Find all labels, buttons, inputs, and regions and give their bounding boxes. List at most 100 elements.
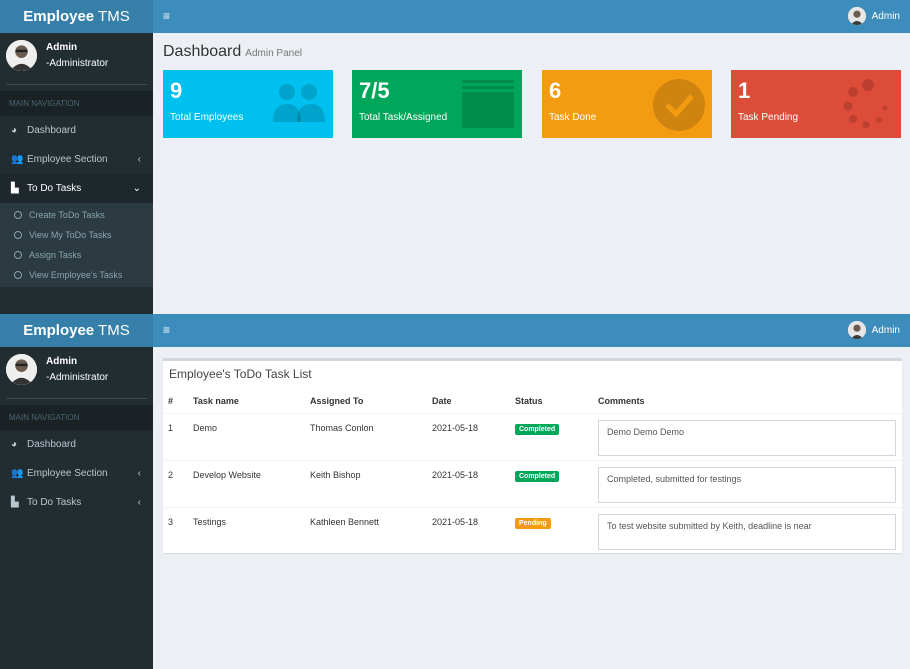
user-avatar-icon — [847, 7, 866, 25]
cell-assigned-to: Thomas Conlon — [305, 412, 427, 460]
cell-date: 2021-05-18 — [427, 412, 510, 460]
column-header: Task name — [188, 389, 305, 414]
status-badge: Completed — [515, 470, 560, 482]
column-header: Comments — [593, 389, 902, 414]
users-icon — [273, 84, 325, 122]
sidebar: Admin -Administrator MAIN NAVIGATION ◕ D… — [0, 347, 153, 669]
table-row: 1 Demo Thomas Conlon 2021-05-18 Complete… — [163, 412, 902, 460]
circle-icon — [14, 271, 22, 279]
stat-box-total-employees[interactable]: 9 Total Employees — [163, 70, 333, 138]
cell-task-name: Develop Website — [188, 459, 305, 507]
column-header: Assigned To — [305, 389, 427, 414]
column-header: # — [163, 389, 188, 414]
stat-value: 6 — [549, 78, 562, 103]
spinner-icon — [843, 79, 888, 129]
stat-label: Total Employees — [170, 112, 244, 123]
task-table: # Task name Assigned To Date Status Comm… — [163, 389, 902, 554]
stat-box-task-pending[interactable]: 1 Task Pending — [731, 70, 901, 138]
cell-assigned-to: Kathleen Bennett — [305, 506, 427, 554]
circle-icon — [14, 211, 22, 219]
chevron-left-icon: ‹ — [137, 468, 141, 479]
user-avatar-icon — [847, 321, 866, 339]
sidebar-item-employee-section[interactable]: 👥 Employee Section ‹ — [0, 459, 153, 488]
sidebar-item-dashboard[interactable]: ◕ Dashboard — [0, 430, 153, 459]
comment-field[interactable]: Completed, submitted for testings — [598, 466, 896, 503]
cell-num: 1 — [163, 412, 188, 460]
chevron-left-icon: ‹ — [137, 497, 141, 508]
user-panel: Admin -Administrator — [6, 347, 147, 399]
column-header: Status — [510, 389, 593, 414]
circle-icon — [14, 251, 22, 259]
sidebar-user-role: -Administrator — [46, 372, 109, 383]
avatar — [6, 40, 37, 71]
stat-label: Task Done — [549, 112, 597, 123]
sidebar-item-todo-tasks[interactable]: ▙ To Do Tasks ‹ — [0, 488, 153, 517]
chevron-left-icon: ‹ — [137, 154, 141, 165]
table-row: 2 Develop Website Keith Bishop 2021-05-1… — [163, 459, 902, 507]
file-icon: ▙ — [11, 183, 19, 194]
stat-label: Task Pending — [738, 112, 799, 123]
user-panel: Admin -Administrator — [6, 33, 147, 85]
dashboard-screen: Employee TMS ≡ Admin Admin -Administrato… — [0, 0, 910, 314]
tasks-icon — [462, 80, 514, 128]
main-content: Employee's ToDo Task List # Task name As… — [153, 347, 910, 669]
users-icon: 👥 — [11, 154, 24, 165]
stat-value: 1 — [738, 78, 751, 103]
sidebar-user-role: -Administrator — [46, 58, 109, 69]
cell-num: 3 — [163, 506, 188, 554]
sidebar-item-employee-section[interactable]: 👥 Employee Section ‹ — [0, 145, 153, 174]
task-list-card: Employee's ToDo Task List # Task name As… — [163, 358, 902, 554]
cell-date: 2021-05-18 — [427, 459, 510, 507]
user-menu[interactable]: Admin — [847, 321, 900, 339]
sub-item-assign-tasks[interactable]: Assign Tasks — [0, 245, 153, 265]
page-title: Dashboard Admin Panel — [163, 43, 302, 60]
stat-box-task-done[interactable]: 6 Task Done — [542, 70, 712, 138]
cell-assigned-to: Keith Bishop — [305, 459, 427, 507]
stat-box-total-tasks[interactable]: 7/5 Total Task/Assigned — [352, 70, 522, 138]
todo-submenu: Create ToDo Tasks View My ToDo Tasks Ass… — [0, 203, 153, 287]
sub-item-create-todo[interactable]: Create ToDo Tasks — [0, 205, 153, 225]
sidebar-toggle-icon[interactable]: ≡ — [163, 323, 170, 337]
page-subtitle: Admin Panel — [245, 48, 302, 59]
status-badge: Completed — [515, 423, 560, 435]
sidebar-toggle-icon[interactable]: ≡ — [163, 9, 170, 23]
app-logo[interactable]: Employee TMS — [0, 314, 153, 347]
sidebar-user-name: Admin — [46, 42, 78, 53]
comment-field[interactable]: To test website submitted by Keith, dead… — [598, 513, 896, 550]
dashboard-icon: ◕ — [11, 439, 18, 450]
circle-icon — [14, 231, 22, 239]
top-navbar: ≡ Admin — [153, 314, 910, 347]
stat-value: 9 — [170, 78, 183, 103]
user-menu-label: Admin — [871, 324, 900, 336]
dashboard-icon: ◕ — [11, 125, 18, 136]
sidebar-item-todo-tasks[interactable]: ▙ To Do Tasks ⌄ — [0, 174, 153, 203]
cell-num: 2 — [163, 459, 188, 507]
nav-header: MAIN NAVIGATION — [0, 405, 153, 430]
users-icon: 👥 — [11, 468, 24, 479]
sidebar-item-dashboard[interactable]: ◕ Dashboard — [0, 116, 153, 145]
file-icon: ▙ — [11, 497, 19, 508]
comment-field[interactable]: Demo Demo Demo — [598, 419, 896, 456]
cell-task-name: Testings — [188, 506, 305, 554]
app-logo[interactable]: Employee TMS — [0, 0, 153, 33]
sidebar-user-name: Admin — [46, 356, 78, 367]
sidebar: Admin -Administrator MAIN NAVIGATION ◕ D… — [0, 33, 153, 314]
cell-task-name: Demo — [188, 412, 305, 460]
column-header: Date — [427, 389, 510, 414]
sub-item-view-employee-tasks[interactable]: View Employee's Tasks — [0, 265, 153, 285]
stat-value: 7/5 — [359, 78, 390, 103]
nav-header: MAIN NAVIGATION — [0, 91, 153, 116]
cell-date: 2021-05-18 — [427, 506, 510, 554]
user-menu-label: Admin — [871, 10, 900, 22]
status-badge: Pending — [515, 517, 551, 529]
top-navbar: ≡ Admin — [153, 0, 910, 33]
chevron-down-icon: ⌄ — [132, 183, 141, 194]
sub-item-view-my-todo[interactable]: View My ToDo Tasks — [0, 225, 153, 245]
stat-label: Total Task/Assigned — [359, 112, 448, 123]
user-menu[interactable]: Admin — [847, 7, 900, 25]
check-circle-icon — [653, 79, 705, 131]
card-title: Employee's ToDo Task List — [169, 367, 312, 381]
table-row: 3 Testings Kathleen Bennett 2021-05-18 P… — [163, 506, 902, 554]
main-content: Dashboard Admin Panel 9 Total Employees 7… — [153, 33, 910, 314]
task-list-screen: Employee TMS ≡ Admin Admin -Administrato… — [0, 314, 910, 669]
